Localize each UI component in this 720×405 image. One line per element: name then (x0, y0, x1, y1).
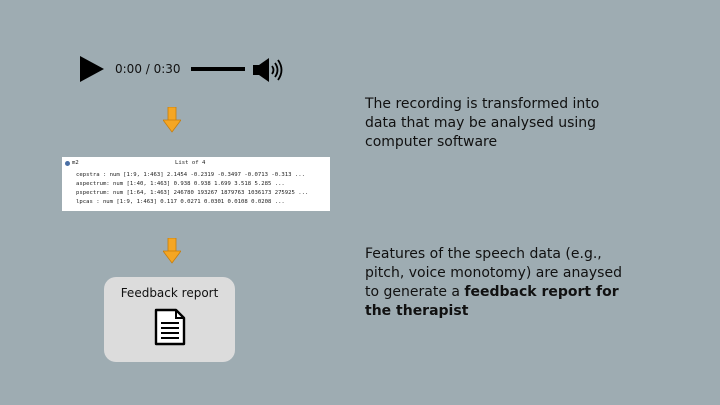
variable-name: m2 (72, 160, 79, 166)
report-title: Feedback report (120, 286, 219, 300)
panel-header: m2 List of 4 (65, 160, 325, 169)
play-icon[interactable] (80, 56, 104, 82)
feedback-description: Features of the speech data (e.g., pitch… (365, 245, 625, 321)
data-rows: cepstra : num [1:9, 1:463] 2.1454 -0.231… (76, 171, 308, 207)
down-arrow-icon (163, 238, 181, 264)
data-row: cepstra : num [1:9, 1:463] 2.1454 -0.231… (76, 172, 306, 178)
data-row: aspectrum: num [1:40, 1:463] 0.938 0.938… (76, 181, 285, 187)
time-display: 0:00 / 0:30 (115, 62, 181, 76)
audio-player: 0:00 / 0:30 (80, 52, 290, 86)
data-structure-panel: m2 List of 4 cepstra : num [1:9, 1:463] … (62, 157, 330, 211)
transform-description: The recording is transformed into data t… (365, 96, 600, 150)
document-icon (154, 308, 186, 346)
data-row: lpcas : num [1:9, 1:463] 0.117 0.0271 0.… (76, 199, 285, 205)
data-row: pspectrum: num [1:64, 1:463] 246780 1932… (76, 190, 309, 196)
expand-icon[interactable] (65, 161, 70, 166)
feedback-report-card: Feedback report (104, 277, 235, 362)
volume-icon[interactable] (253, 57, 287, 83)
down-arrow-icon (163, 107, 181, 133)
variable-type: List of 4 (175, 160, 206, 166)
seek-bar[interactable] (191, 67, 245, 71)
